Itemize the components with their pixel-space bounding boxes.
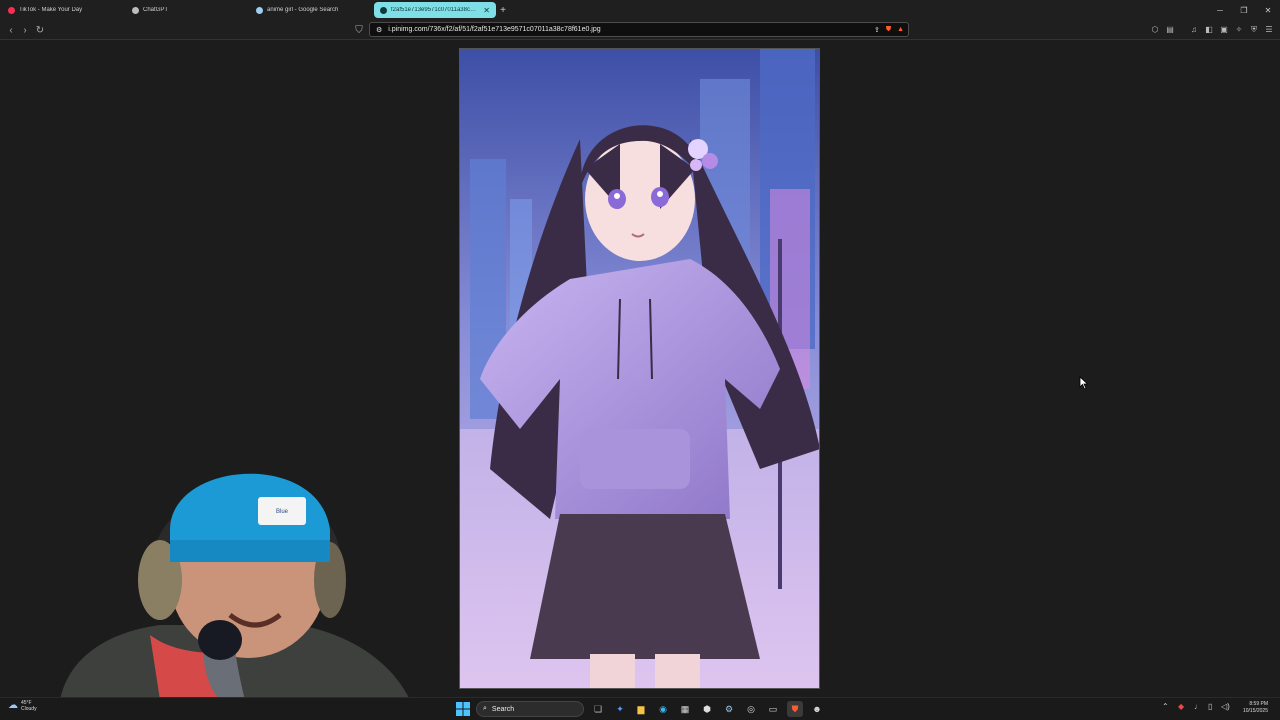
restore-icon[interactable]: ❐ bbox=[1232, 0, 1256, 20]
leo-ai-icon[interactable]: ✧ bbox=[1233, 23, 1245, 36]
terminal-icon[interactable]: ▭ bbox=[765, 701, 781, 717]
reload-icon[interactable]: ↻ bbox=[33, 23, 47, 37]
steam-icon[interactable]: ⚙ bbox=[721, 701, 737, 717]
microphone-icon[interactable]: ♩ bbox=[1194, 702, 1202, 711]
window-controls: ─ ❐ ✕ bbox=[1208, 0, 1280, 20]
webcam-overlay: Blue bbox=[0, 440, 420, 700]
tiktok-icon bbox=[8, 6, 15, 14]
windows-taskbar: ☁ 45°F Cloudy ⌕ Search ❏ ✦ ▆ ◉ ▦ ⬢ ⚙ ◎ ▭… bbox=[0, 697, 1280, 720]
close-window-icon[interactable]: ✕ bbox=[1256, 0, 1280, 20]
tab-label: anime girl - Google Search bbox=[267, 7, 339, 13]
chatgpt-icon bbox=[132, 6, 139, 14]
tab-tiktok[interactable]: TikTok - Make Your Day bbox=[2, 2, 124, 18]
sidebar-icon[interactable]: ◧ bbox=[1203, 23, 1215, 36]
address-text: i.pinimg.com/736x/f2/af/51/f2af51e713e95… bbox=[388, 26, 601, 33]
browser-toolbar: ‹ › ↻ ⛉ ⚙ i.pinimg.com/736x/f2/af/51/f2a… bbox=[0, 20, 1280, 40]
tab-label: f2af51e713e9571c07011a38c78... bbox=[391, 7, 480, 13]
brave-shields-icon[interactable]: ⛊ bbox=[886, 26, 891, 34]
obs-icon[interactable]: ◎ bbox=[743, 701, 759, 717]
discord-icon[interactable]: ☻ bbox=[809, 701, 825, 717]
rewards-icon[interactable]: ▲ bbox=[897, 26, 908, 33]
google-icon bbox=[256, 6, 263, 14]
new-tab-button[interactable]: + bbox=[496, 3, 510, 17]
wallet-icon[interactable]: ▣ bbox=[1218, 23, 1230, 36]
globe-icon bbox=[380, 6, 387, 14]
image-viewer[interactable] bbox=[459, 48, 820, 689]
beanie-badge-text: Blue bbox=[276, 509, 289, 515]
tab-chatgpt[interactable]: ChatGPT bbox=[126, 2, 248, 18]
tab-strip: TikTok - Make Your Day ChatGPT anime gir… bbox=[0, 0, 1280, 20]
extensions-icon[interactable]: ⬡ bbox=[1149, 23, 1161, 36]
windows-start-icon[interactable] bbox=[456, 702, 470, 716]
search-label: Search bbox=[491, 705, 515, 713]
media-icon[interactable]: ♫ bbox=[1188, 23, 1200, 36]
tab-label: TikTok - Make Your Day bbox=[19, 7, 83, 13]
address-bar[interactable]: ⚙ i.pinimg.com/736x/f2/af/51/f2af51e713e… bbox=[369, 22, 909, 37]
tray-app-icon[interactable]: ◆ bbox=[1178, 702, 1184, 711]
brave-browser-icon[interactable]: ⛊ bbox=[787, 701, 803, 717]
chevron-up-icon[interactable]: ⌃ bbox=[1162, 702, 1169, 711]
cloud-icon: ☁ bbox=[8, 700, 18, 711]
store-icon[interactable]: ▦ bbox=[677, 701, 693, 717]
anime-girl-image bbox=[460, 49, 819, 688]
taskbar-clock[interactable]: 8:59 PM 10/15/2025 bbox=[1243, 701, 1268, 715]
file-explorer-icon[interactable]: ▆ bbox=[633, 701, 649, 717]
volume-icon[interactable]: ◁) bbox=[1221, 702, 1230, 711]
weather-widget[interactable]: ☁ 45°F Cloudy bbox=[8, 700, 37, 712]
tab-label: ChatGPT bbox=[143, 7, 169, 13]
vpn-icon[interactable]: ⛨ bbox=[1248, 23, 1260, 36]
minimize-icon[interactable]: ─ bbox=[1208, 0, 1232, 20]
menu-icon[interactable]: ☰ bbox=[1263, 23, 1275, 36]
reader-icon[interactable]: ▤ bbox=[1164, 23, 1176, 36]
edge-icon[interactable]: ◉ bbox=[655, 701, 671, 717]
bookmark-icon[interactable]: ⛉ bbox=[352, 23, 366, 37]
clock-time: 8:59 PM bbox=[1249, 701, 1268, 707]
mouse-cursor-icon bbox=[1079, 376, 1089, 390]
close-tab-icon[interactable]: ✕ bbox=[483, 6, 490, 15]
clock-date: 10/15/2025 bbox=[1242, 708, 1268, 714]
network-icon[interactable]: ▯ bbox=[1208, 702, 1212, 711]
share-icon[interactable]: ⇪ bbox=[874, 26, 880, 34]
tab-google-search[interactable]: anime girl - Google Search bbox=[250, 2, 372, 18]
weather-condition: Cloudy bbox=[21, 706, 37, 712]
tab-image-active[interactable]: f2af51e713e9571c07011a38c78... ✕ bbox=[374, 2, 496, 18]
task-view-icon[interactable]: ❏ bbox=[590, 701, 606, 717]
search-icon: ⌕ bbox=[483, 705, 487, 712]
back-icon[interactable]: ‹ bbox=[4, 23, 18, 37]
site-info-icon[interactable]: ⚙ bbox=[376, 26, 382, 34]
streamer-webcam-image: Blue bbox=[60, 473, 410, 700]
copilot-icon[interactable]: ✦ bbox=[612, 701, 628, 717]
taskbar-search-box[interactable]: ⌕ Search bbox=[476, 701, 584, 717]
forward-icon[interactable]: › bbox=[18, 23, 32, 37]
xbox-icon[interactable]: ⬢ bbox=[699, 701, 715, 717]
